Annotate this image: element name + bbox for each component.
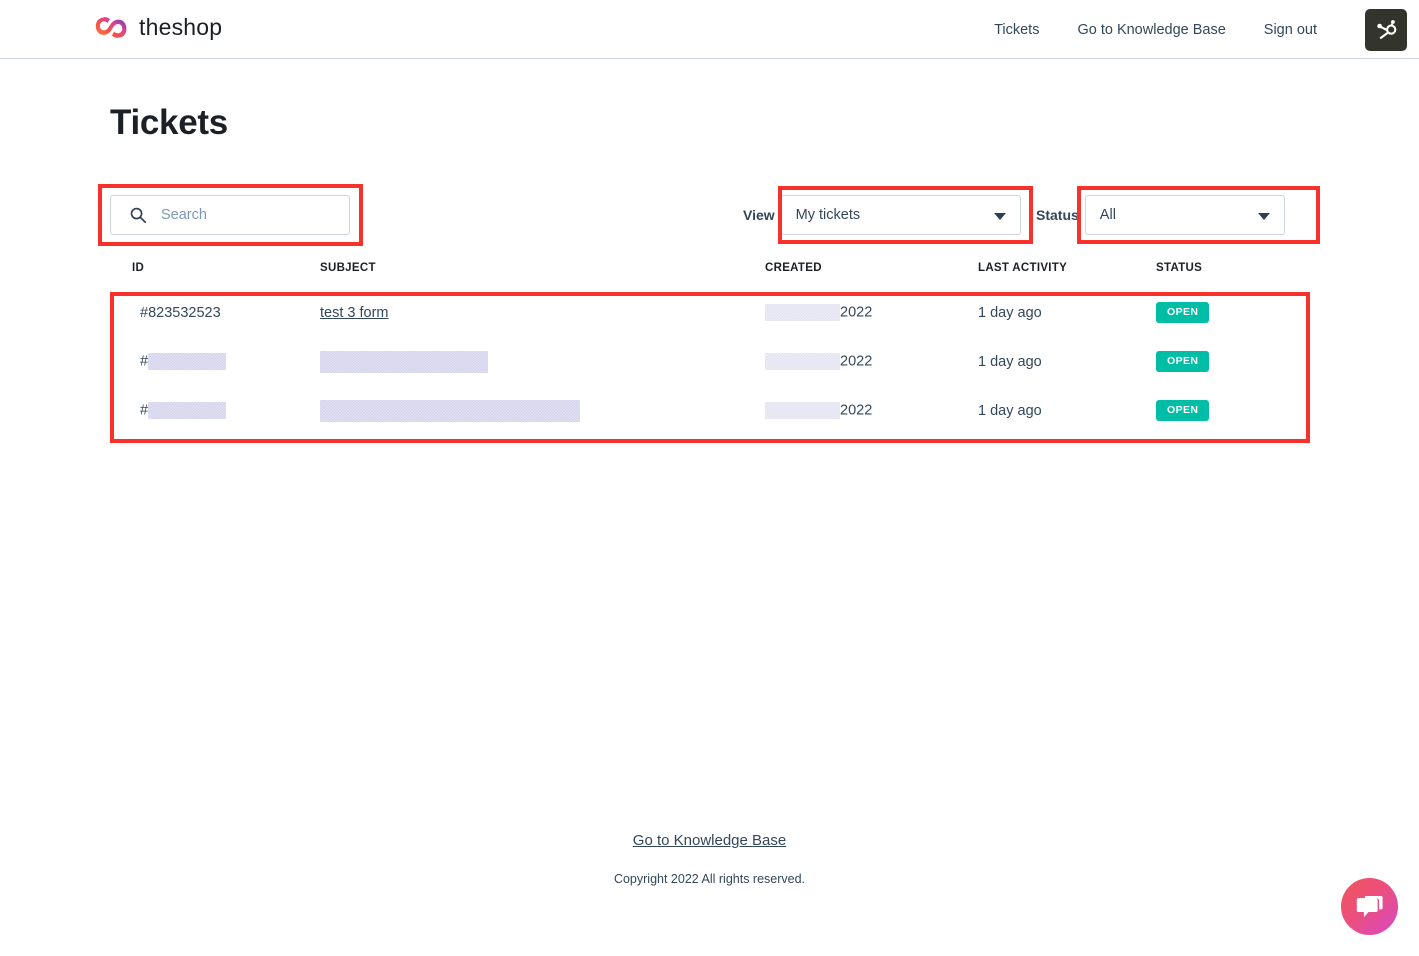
- search-input[interactable]: [159, 206, 319, 224]
- redacted-created-date: [765, 353, 840, 370]
- cell-id: #: [110, 337, 320, 386]
- brand-name: theshop: [139, 13, 223, 40]
- created-year: 2022: [840, 304, 873, 321]
- header-nav: Tickets Go to Knowledge Base Sign out: [994, 0, 1317, 59]
- redacted-created-date: [765, 402, 840, 419]
- chat-launcher-button[interactable]: [1341, 878, 1398, 935]
- cell-status: OPEN: [1156, 386, 1310, 435]
- column-header-status: STATUS: [1156, 262, 1203, 274]
- hubspot-badge-button[interactable]: [1365, 9, 1407, 51]
- view-select-value: My tickets: [795, 207, 861, 223]
- view-filter-group: View My tickets: [743, 195, 1021, 235]
- footer-copyright: Copyright 2022 All rights reserved.: [613, 872, 806, 886]
- table-row[interactable]: # 2022 1 day ago OPEN: [110, 386, 1310, 435]
- cell-subject: [320, 386, 765, 435]
- cell-id: #: [110, 386, 320, 435]
- chevron-down-icon: [993, 213, 1006, 220]
- created-year: 2022: [840, 402, 873, 419]
- redacted-ticket-id: [148, 402, 227, 419]
- column-header-subject: SUBJECT: [320, 262, 376, 274]
- hubspot-sprocket-icon: [1377, 20, 1397, 40]
- chevron-down-icon: [1257, 213, 1270, 220]
- tickets-table: ID SUBJECT CREATED LAST ACTIVITY STATUS …: [110, 262, 1310, 435]
- chat-bubble-icon: [1356, 895, 1383, 917]
- search-icon: [130, 207, 147, 224]
- cell-last-activity: 1 day ago: [978, 304, 1042, 321]
- view-filter-label: View: [743, 207, 775, 223]
- column-header-id: ID: [132, 262, 145, 274]
- nav-knowledge-base[interactable]: Go to Knowledge Base: [1077, 22, 1225, 38]
- cell-last-activity: 1 day ago: [978, 353, 1042, 370]
- page-title: Tickets: [110, 103, 228, 142]
- table-row[interactable]: #823532523 test 3 form 2022 1 day ago OP…: [110, 288, 1310, 337]
- nav-tickets[interactable]: Tickets: [994, 22, 1039, 38]
- status-badge: OPEN: [1156, 399, 1210, 422]
- cell-created: 2022: [765, 386, 978, 435]
- status-select-value: All: [1099, 207, 1116, 223]
- footer-knowledge-base-link[interactable]: Go to Knowledge Base: [633, 832, 786, 849]
- status-select[interactable]: All: [1084, 195, 1285, 235]
- site-header: theshop Tickets Go to Knowledge Base Sig…: [0, 0, 1419, 59]
- view-select[interactable]: My tickets: [780, 195, 1021, 235]
- infinity-logo-icon: [95, 17, 127, 38]
- ticket-id: #823532523: [140, 304, 221, 321]
- status-filter-group: Status All: [1036, 195, 1285, 235]
- column-header-last-activity: LAST ACTIVITY: [978, 262, 1068, 274]
- cell-subject: [320, 337, 765, 386]
- site-footer: Go to Knowledge Base Copyright 2022 All …: [0, 832, 1419, 886]
- brand-logo[interactable]: theshop: [94, 12, 222, 42]
- redacted-subject: [320, 350, 488, 373]
- cell-created: 2022: [765, 337, 978, 386]
- cell-status: OPEN: [1156, 288, 1310, 337]
- column-header-created: CREATED: [765, 262, 822, 274]
- cell-subject: test 3 form: [320, 288, 765, 337]
- created-year: 2022: [840, 353, 873, 370]
- table-header-row: ID SUBJECT CREATED LAST ACTIVITY STATUS: [110, 262, 1310, 288]
- ticket-subject-link[interactable]: test 3 form: [320, 305, 389, 321]
- cell-created: 2022: [765, 288, 978, 337]
- cell-status: OPEN: [1156, 337, 1310, 386]
- cell-id: #823532523: [110, 288, 320, 337]
- status-filter-label: Status: [1036, 207, 1079, 223]
- redacted-subject: [320, 399, 580, 422]
- nav-sign-out[interactable]: Sign out: [1264, 22, 1317, 38]
- table-row[interactable]: # 2022 1 day ago OPEN: [110, 337, 1310, 386]
- ticket-id: #: [140, 353, 149, 370]
- search-box[interactable]: [110, 195, 350, 235]
- redacted-created-date: [765, 304, 840, 321]
- status-badge: OPEN: [1156, 301, 1210, 324]
- ticket-id: #: [140, 402, 149, 419]
- redacted-ticket-id: [148, 353, 227, 370]
- cell-last-activity: 1 day ago: [978, 402, 1042, 419]
- status-badge: OPEN: [1156, 350, 1210, 373]
